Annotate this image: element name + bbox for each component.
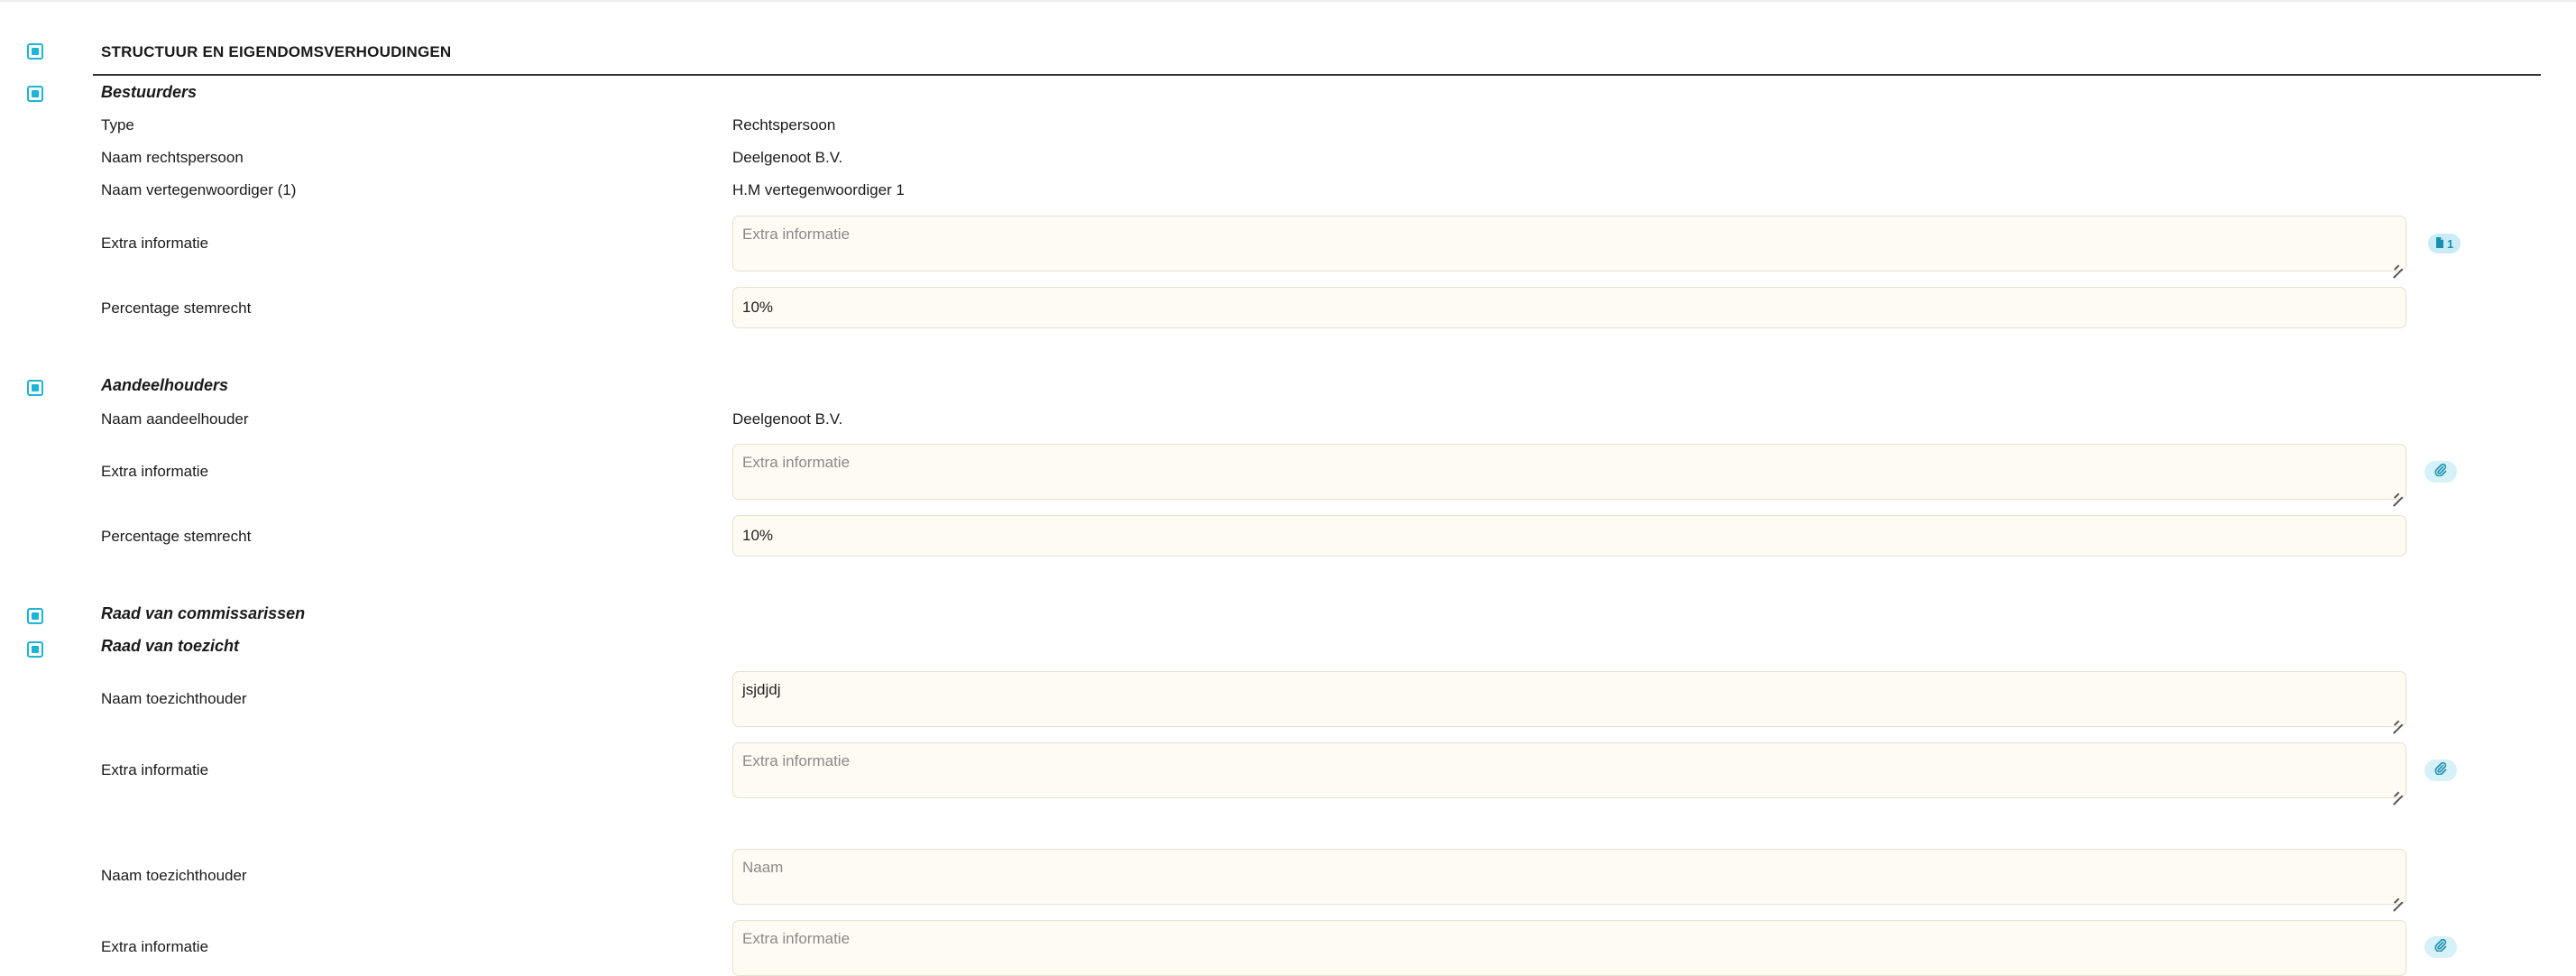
bestuurders-checkbox[interactable] <box>27 86 43 102</box>
toezichthouder-2-naam-label: Naam toezichthouder <box>101 867 247 884</box>
aandeelhouders-extra-label: Extra informatie <box>101 463 209 480</box>
top-border <box>0 0 2576 2</box>
aandeelhouders-stemrecht-input[interactable] <box>732 515 2406 557</box>
commissarissen-title: Raad van commissarissen <box>101 604 306 622</box>
paperclip-icon <box>2434 761 2447 779</box>
attachment-button[interactable] <box>2424 461 2457 483</box>
vertegenwoordiger-value: H.M vertegenwoordiger 1 <box>732 181 905 198</box>
aandeelhouders-stemrecht-label: Percentage stemrecht <box>101 528 252 545</box>
paperclip-icon <box>2434 938 2447 956</box>
naam-aandeelhouder-value: Deelgenoot B.V. <box>732 410 843 428</box>
document-icon <box>2435 236 2444 251</box>
vertegenwoordiger-label: Naam vertegenwoordiger (1) <box>101 181 297 198</box>
commissarissen-checkbox[interactable] <box>27 608 43 624</box>
attachment-count-badge[interactable]: 1 <box>2428 234 2461 253</box>
toezicht-title: Raad van toezicht <box>101 637 240 655</box>
section-title: STRUCTUUR EN EIGENDOMSVERHOUDINGEN <box>101 43 452 60</box>
bestuurders-extra-field[interactable] <box>732 216 2406 272</box>
toezichthouder-1-naam-label: Naam toezichthouder <box>101 690 247 707</box>
toezichthouder-2-extra-label: Extra informatie <box>101 938 209 955</box>
attachment-button[interactable] <box>2424 936 2457 958</box>
aandeelhouders-extra-field[interactable] <box>732 444 2406 500</box>
paperclip-icon <box>2434 463 2447 481</box>
attachment-count: 1 <box>2447 236 2454 251</box>
naam-rechtspersoon-value: Deelgenoot B.V. <box>732 149 843 166</box>
toezichthouder-1-extra-label: Extra informatie <box>101 761 209 778</box>
naam-rechtspersoon-label: Naam rechtspersoon <box>101 149 244 166</box>
aandeelhouders-title: Aandeelhouders <box>101 376 229 394</box>
bestuurders-stemrecht-label: Percentage stemrecht <box>101 299 252 317</box>
bestuurders-title: Bestuurders <box>101 83 198 101</box>
toezichthouder-1-naam-field[interactable] <box>732 671 2406 727</box>
toezichthouder-1-extra-field[interactable] <box>732 742 2406 798</box>
naam-aandeelhouder-label: Naam aandeelhouder <box>101 410 249 428</box>
section-divider <box>93 74 2541 76</box>
section-checkbox[interactable] <box>27 43 43 60</box>
toezichthouder-2-extra-field[interactable] <box>732 920 2406 976</box>
toezicht-checkbox[interactable] <box>27 641 43 658</box>
toezichthouder-2-naam-field[interactable] <box>732 849 2406 905</box>
attachment-button[interactable] <box>2424 760 2457 781</box>
aandeelhouders-checkbox[interactable] <box>27 380 43 396</box>
bestuurders-stemrecht-input[interactable] <box>732 287 2406 328</box>
bestuurders-extra-label: Extra informatie <box>101 235 209 252</box>
type-label: Type <box>101 116 134 134</box>
type-value: Rechtspersoon <box>732 116 836 134</box>
